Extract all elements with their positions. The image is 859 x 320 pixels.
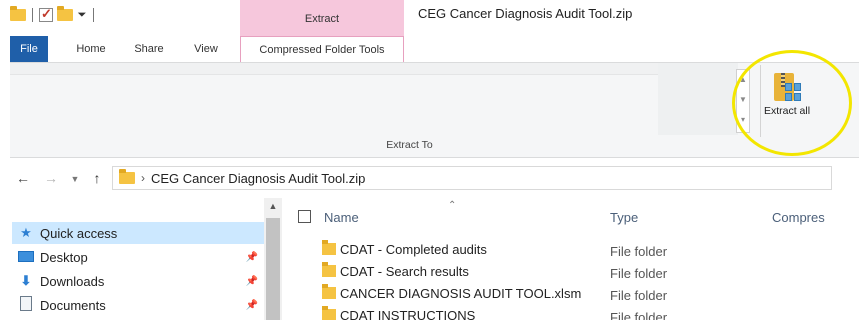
column-header-type[interactable]: Type — [610, 210, 638, 225]
extract-to-group-label: Extract To — [386, 139, 433, 151]
breadcrumb-path[interactable]: CEG Cancer Diagnosis Audit Tool.zip — [151, 171, 365, 186]
scrollbar-thumb[interactable] — [266, 218, 280, 320]
address-bar: ← → ▼ ↑ › CEG Cancer Diagnosis Audit Too… — [0, 158, 859, 198]
gallery-scroll[interactable]: ▲ ▼ ▾ — [736, 69, 750, 133]
desktop-icon — [18, 250, 34, 265]
nav-item-downloads[interactable]: ⬇ Downloads 📌 — [12, 270, 264, 292]
nav-item-quick-access[interactable]: ★ Quick access — [12, 222, 264, 244]
folder-icon — [322, 240, 336, 255]
nav-scrollbar[interactable]: ▲ — [264, 198, 282, 320]
list-item[interactable]: CDAT - Search results File folder — [322, 260, 852, 282]
tab-home[interactable]: Home — [66, 36, 116, 62]
file-name: CDAT INSTRUCTIONS — [340, 308, 476, 320]
file-name: CDAT - Search results — [340, 264, 469, 279]
new-folder-icon[interactable] — [57, 6, 73, 21]
sort-ascending-icon: ⌃ — [448, 200, 457, 211]
tab-compressed-folder-tools[interactable]: Compressed Folder Tools — [240, 36, 404, 63]
tab-file[interactable]: File — [10, 36, 48, 62]
ribbon-group-label: Extract To — [10, 139, 859, 151]
quick-access-toolbar: ⏷ — [10, 6, 96, 22]
folder-icon — [322, 284, 336, 299]
nav-item-documents[interactable]: Documents 📌 — [12, 294, 264, 316]
select-all-checkbox[interactable] — [298, 210, 311, 223]
address-field[interactable]: › CEG Cancer Diagnosis Audit Tool.zip — [112, 166, 832, 190]
folder-icon — [119, 169, 135, 184]
up-arrow-icon[interactable]: ↑ — [88, 170, 106, 186]
file-type: File folder — [610, 244, 668, 259]
zip-folder-icon — [771, 71, 803, 103]
nav-item-label: Quick access — [40, 225, 118, 241]
forward-arrow-icon[interactable]: → — [42, 170, 60, 186]
ribbon-strip — [10, 63, 660, 75]
list-item[interactable]: CANCER DIAGNOSIS AUDIT TOOL.xlsm File fo… — [322, 282, 852, 304]
file-type: File folder — [610, 288, 668, 303]
scroll-up-icon[interactable]: ▲ — [264, 198, 282, 214]
properties-icon[interactable] — [39, 6, 53, 22]
pin-icon[interactable]: 📌 — [246, 252, 258, 263]
tab-view[interactable]: View — [184, 36, 228, 62]
file-name: CDAT - Completed audits — [340, 242, 487, 257]
nav-item-label: Downloads — [40, 273, 105, 289]
pin-icon[interactable]: 📌 — [246, 300, 258, 311]
pin-icon[interactable]: 📌 — [246, 276, 258, 287]
tab-share[interactable]: Share — [126, 36, 172, 62]
extract-all-button[interactable]: Extract all — [763, 65, 811, 137]
extract-to-gallery[interactable] — [658, 63, 738, 135]
ribbon-divider — [760, 65, 761, 137]
ribbon-tabs: File Home Share View Compressed Folder T… — [0, 36, 859, 63]
toolbar-divider — [93, 8, 94, 22]
customize-toolbar-dropdown-icon[interactable]: ⏷ — [77, 9, 87, 22]
ribbon: ▲ ▼ ▾ Extract all Extract To — [10, 62, 859, 158]
file-list: ⌃ Name Type Compres CDAT - Completed aud… — [282, 198, 859, 320]
toolbar-divider — [32, 8, 33, 22]
folder-icon[interactable] — [10, 6, 26, 21]
navigation-pane: ★ Quick access Desktop 📌 ⬇ Downloads 📌 D… — [0, 198, 282, 320]
gallery-down-icon[interactable]: ▼ — [737, 90, 749, 110]
gallery-more-icon[interactable]: ▾ — [737, 110, 749, 130]
context-tab-header: Extract — [240, 0, 404, 36]
nav-item-desktop[interactable]: Desktop 📌 — [12, 246, 264, 268]
star-icon: ★ — [20, 225, 32, 240]
back-arrow-icon[interactable]: ← — [14, 170, 32, 186]
list-item[interactable]: CDAT - Completed audits File folder — [322, 238, 852, 260]
breadcrumb-chevron-icon[interactable]: › — [141, 171, 145, 185]
download-icon: ⬇ — [20, 273, 32, 288]
file-name: CANCER DIAGNOSIS AUDIT TOOL.xlsm — [340, 286, 582, 301]
file-type: File folder — [610, 266, 668, 281]
window-title: CEG Cancer Diagnosis Audit Tool.zip — [418, 6, 633, 21]
list-item[interactable]: CDAT INSTRUCTIONS File folder — [322, 304, 852, 320]
nav-item-label: Desktop — [40, 249, 88, 265]
column-header-name[interactable]: Name — [324, 210, 359, 225]
title-bar: ⏷ Extract CEG Cancer Diagnosis Audit Too… — [0, 0, 859, 36]
gallery-up-icon[interactable]: ▲ — [737, 70, 749, 90]
folder-icon — [322, 306, 336, 320]
column-header-compressed-size[interactable]: Compres — [772, 210, 825, 225]
folder-icon — [322, 262, 336, 277]
document-icon — [18, 296, 34, 314]
extract-all-label: Extract all — [763, 105, 811, 117]
context-tab-header-label: Extract — [304, 13, 340, 25]
file-type: File folder — [610, 310, 668, 320]
recent-locations-chevron-icon[interactable]: ▼ — [66, 174, 84, 184]
nav-item-label: Documents — [40, 297, 106, 313]
